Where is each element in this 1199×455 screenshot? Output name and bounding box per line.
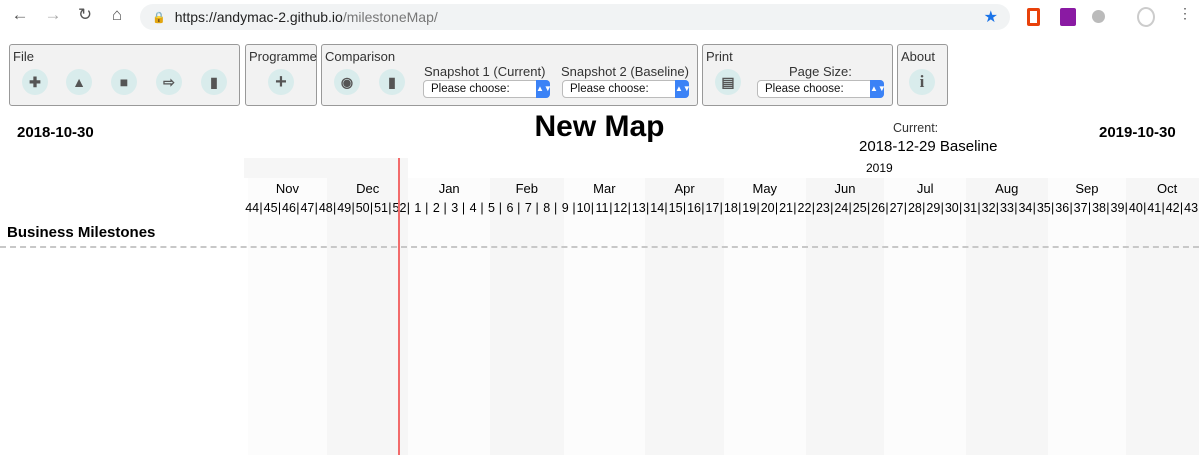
import-file-icon[interactable]: ▮ [201,69,227,95]
print-group: Print ▤ Page Size: Please choose: ▲▼ [702,44,893,106]
month-column [563,178,646,455]
url-path: /milestoneMap/ [342,9,438,25]
month-label: Oct [1157,181,1178,196]
week-label: 43 [1184,201,1199,215]
select-arrows-icon: ▲▼ [870,80,886,98]
month-column [724,178,806,455]
menu-icon[interactable]: ⋮ [1175,5,1195,22]
select-arrows-icon: ▲▼ [536,80,552,98]
plus-icon[interactable]: + [268,69,294,95]
month-column [489,178,564,455]
snapshot2-select[interactable]: Please choose: ▲▼ [562,80,691,98]
month-label: Jan [438,181,460,196]
save-icon[interactable]: ■ [111,69,137,95]
about-group: About i [897,44,948,106]
year-label: 2019 [866,161,893,175]
month-column [645,178,725,455]
snapshot1-label: Snapshot 1 (Current) [424,64,546,79]
map-title[interactable]: New Map [0,110,1199,144]
comparison-label: Comparison [325,49,396,64]
bookmark-star-icon[interactable]: ★ [984,7,998,27]
comparison-group: Comparison ◉ ▮ Snapshot 1 (Current) Plea… [321,44,698,106]
print-icon[interactable]: ▤ [715,69,741,95]
home-icon[interactable]: ⌂ [107,5,127,25]
month-label: Nov [275,181,299,196]
month-label: Sep [1075,181,1099,196]
snapshot2-value: Please choose: [570,83,649,95]
page-size-select[interactable]: Please choose: ▲▼ [757,80,886,98]
row-label[interactable]: Business Milestones [7,224,155,241]
month-label: Feb [515,181,538,196]
file-group: File ✚ ▲ ■ ⇨ ▮ [9,44,240,106]
month-label: Aug [995,181,1019,196]
office-extension-icon[interactable] [1027,8,1040,26]
month-column [326,178,409,455]
month-label: May [752,181,778,196]
month-label: Mar [593,181,616,196]
export-file-icon[interactable]: ⇨ [156,69,182,95]
month-label: Jul [916,181,934,196]
onenote-extension-icon[interactable] [1060,8,1076,26]
start-date[interactable]: 2018-10-30 [17,124,94,141]
forward-icon[interactable]: → [43,5,63,25]
month-label: Dec [356,181,380,196]
lock-icon: 🔒 [152,11,166,24]
select-arrows-icon: ▲▼ [675,80,691,98]
snapshot1-value: Please choose: [431,83,510,95]
about-label: About [901,49,935,64]
file-label: File [13,49,34,64]
month-column [248,178,327,455]
month-column [1047,178,1127,455]
row-divider [0,246,1199,248]
month-column [1126,178,1199,455]
url-host: https://andymac-2.github.io [174,9,343,25]
extension-icon[interactable] [1092,10,1105,23]
profile-icon[interactable] [1137,7,1155,27]
month-column [805,178,885,455]
browser-toolbar: ← → ↻ ⌂ 🔒 https://andymac-2.github.io/mi… [0,0,1199,34]
new-file-icon[interactable]: ✚ [22,69,48,95]
current-snapshot: 2018-12-29 Baseline [859,138,998,155]
camera-icon[interactable]: ◉ [334,69,360,95]
snapshot2-label: Snapshot 2 (Baseline) [561,64,689,79]
snapshot1-select[interactable]: Please choose: ▲▼ [423,80,552,98]
month-column [884,178,966,455]
trash-icon[interactable]: ▮ [379,69,405,95]
current-label: Current: [893,121,939,135]
month-label: Jun [834,181,856,196]
programme-group: Programme + [245,44,317,106]
open-folder-icon[interactable]: ▲ [66,69,92,95]
reload-icon[interactable]: ↻ [75,5,95,25]
month-label: Apr [674,181,695,196]
month-column [965,178,1048,455]
month-column [408,178,490,455]
page-size-value: Please choose: [765,83,844,95]
end-date[interactable]: 2019-10-30 [1099,124,1176,141]
info-icon[interactable]: i [909,69,935,95]
year-2018-band [244,158,408,178]
print-label: Print [706,49,733,64]
programme-label: Programme [249,49,317,64]
address-bar[interactable]: 🔒 https://andymac-2.github.io/milestoneM… [140,4,1010,30]
page-size-label: Page Size: [789,64,852,79]
current-date-line [398,158,400,455]
back-icon[interactable]: ← [10,5,30,25]
